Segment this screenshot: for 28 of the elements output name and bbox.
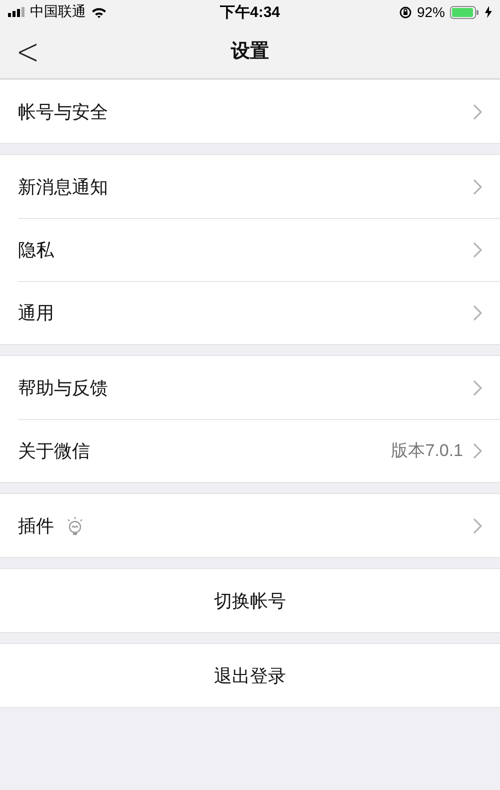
chevron-icon	[473, 242, 482, 258]
settings-row[interactable]: 插件	[0, 494, 500, 557]
settings-row[interactable]: 帮助与反馈	[0, 356, 500, 419]
action-button[interactable]: 切换帐号	[0, 569, 500, 632]
settings-row[interactable]: 新消息通知	[0, 155, 500, 218]
settings-row[interactable]: 通用	[0, 281, 500, 344]
action-button[interactable]: 退出登录	[0, 644, 500, 707]
chevron-icon	[473, 178, 482, 194]
lightbulb-icon	[66, 516, 84, 536]
wifi-icon	[91, 6, 107, 18]
settings-row[interactable]: 隐私	[0, 218, 500, 281]
page-title: 设置	[231, 40, 269, 64]
chevron-icon	[473, 104, 482, 120]
rotation-lock-icon	[398, 6, 412, 18]
signal-icon	[8, 7, 25, 17]
back-button[interactable]: <	[0, 30, 40, 72]
version-text: 版本7.0.1	[391, 440, 463, 462]
chevron-icon	[473, 304, 482, 320]
carrier-name: 中国联通	[30, 3, 86, 21]
chevron-icon	[473, 442, 482, 458]
clock-time: 下午4:34	[220, 2, 280, 22]
settings-row[interactable]: 帐号与安全	[0, 80, 500, 143]
chevron-icon	[473, 518, 482, 534]
battery-icon	[450, 6, 480, 18]
settings-row[interactable]: 关于微信 版本7.0.1	[0, 419, 500, 482]
chevron-icon	[473, 380, 482, 396]
charging-icon	[485, 6, 492, 18]
battery-percent: 92%	[416, 4, 445, 20]
